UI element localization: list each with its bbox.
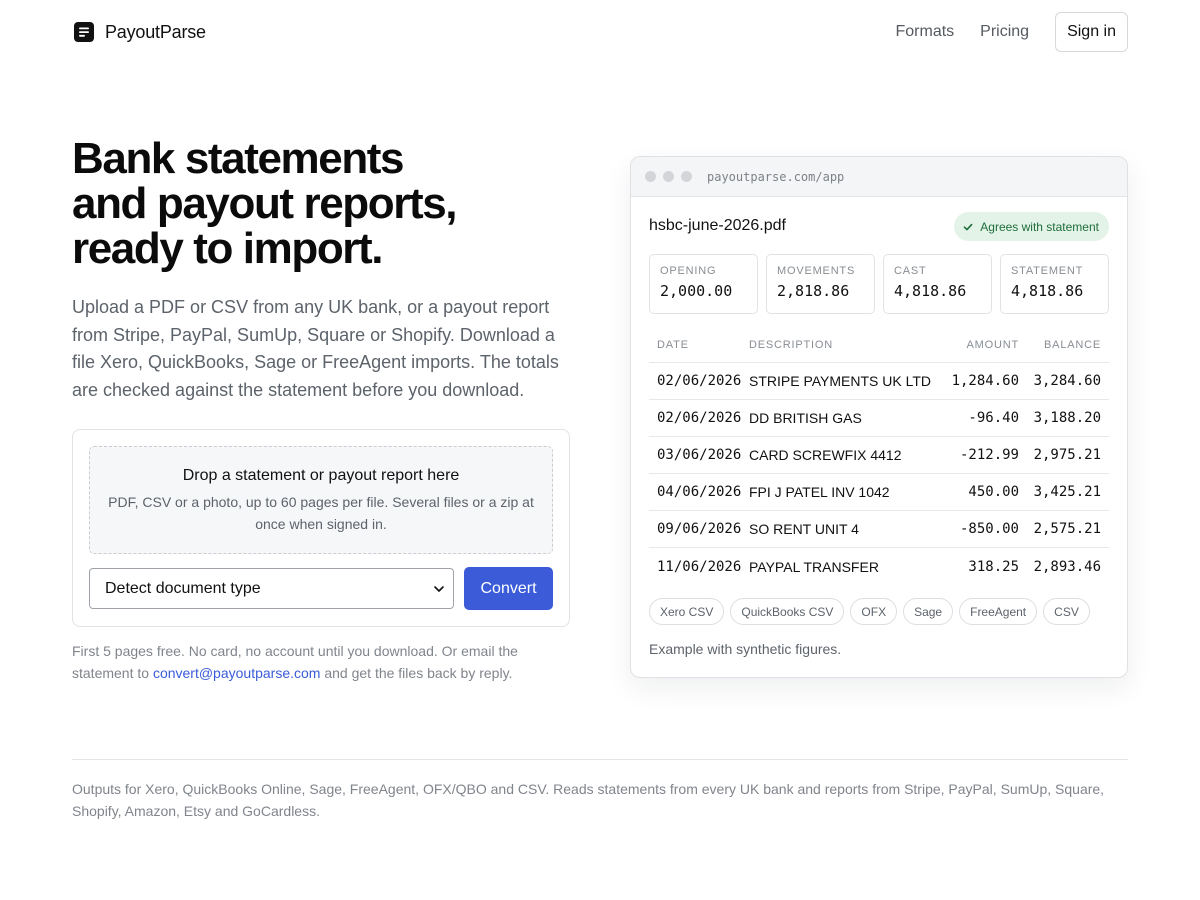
- cell-balance: 3,425.21: [1033, 484, 1101, 500]
- document-lines-icon: [74, 22, 94, 42]
- cell-amount: 1,284.60: [951, 373, 1019, 389]
- stat-label: STATEMENT: [1011, 265, 1084, 277]
- cell-description: FPI J PATEL INV 1042: [749, 484, 890, 500]
- nav-link-formats[interactable]: Formats: [896, 23, 955, 41]
- sign-in-button[interactable]: Sign in: [1055, 12, 1128, 52]
- stat-label: CAST: [894, 265, 927, 277]
- totals-summary: OPENING 2,000.00 MOVEMENTS 2,818.86 CAST…: [649, 254, 1109, 314]
- status-badge: Agrees with statement: [954, 212, 1109, 241]
- cell-date: 02/06/2026: [657, 373, 742, 389]
- fineprint: First 5 pages free. No card, no account …: [72, 640, 562, 684]
- stat-cast: CAST 4,818.86: [883, 254, 992, 314]
- document-type-select-value: Detect document type: [105, 579, 261, 597]
- cell-date: 03/06/2026: [657, 447, 742, 463]
- check-icon: [963, 223, 973, 230]
- export-formats: Xero CSV QuickBooks CSV OFX Sage FreeAge…: [649, 598, 1096, 625]
- column-header-amount: AMOUNT: [966, 339, 1019, 351]
- dropzone-title: Drop a statement or payout report here: [182, 467, 460, 484]
- cell-description: PAYPAL TRANSFER: [749, 558, 879, 575]
- window-dot: [681, 171, 692, 182]
- format-chip-csv[interactable]: CSV: [1043, 598, 1090, 625]
- cell-description: DD BRITISH GAS: [749, 410, 862, 426]
- fineprint-text-end: and get the files back by reply.: [320, 665, 513, 681]
- chevron-down-icon: [434, 586, 444, 592]
- format-chip-freeagent[interactable]: FreeAgent: [959, 598, 1038, 625]
- stat-value: 2,000.00: [660, 282, 733, 300]
- cell-description: STRIPE PAYMENTS UK LTD: [749, 373, 932, 389]
- window-dot: [645, 171, 656, 182]
- file-dropzone[interactable]: Drop a statement or payout report here P…: [89, 446, 553, 554]
- stat-value: 2,818.86: [777, 282, 850, 300]
- cell-balance: 2,575.21: [1033, 521, 1101, 537]
- hero-description: Upload a PDF or CSV from any UK bank, or…: [72, 297, 559, 400]
- hero-title-line: Bank statements: [72, 134, 405, 183]
- stat-opening: OPENING 2,000.00: [649, 254, 758, 314]
- footer-divider: [72, 759, 1128, 760]
- nav-link-pricing[interactable]: Pricing: [980, 23, 1029, 41]
- hero-title: Bank statements and payout reports, read…: [72, 136, 552, 271]
- convert-button[interactable]: Convert: [464, 567, 553, 610]
- cell-description: CARD SCREWFIX 4412: [749, 447, 902, 463]
- stat-movements: MOVEMENTS 2,818.86: [766, 254, 875, 314]
- cell-amount: -212.99: [959, 447, 1019, 463]
- table-row: 04/06/2026 FPI J PATEL INV 1042 450.00 3…: [649, 474, 1109, 511]
- stat-value: 4,818.86: [894, 282, 967, 300]
- column-header-balance: BALANCE: [1044, 339, 1101, 351]
- transactions-table: DATE DESCRIPTION AMOUNT BALANCE 02/06/20…: [649, 328, 1109, 585]
- top-nav: Formats Pricing Sign in: [896, 12, 1128, 52]
- stat-statement: STATEMENT 4,818.86: [1000, 254, 1109, 314]
- document-type-select[interactable]: Detect document type: [89, 568, 454, 609]
- app-preview-window: payoutparse.com/app hsbc-june-2026.pdf A…: [630, 156, 1128, 678]
- upload-card: Drop a statement or payout report here P…: [72, 429, 570, 627]
- preview-note: Example with synthetic figures.: [649, 641, 842, 657]
- format-chip-xero-csv[interactable]: Xero CSV: [649, 598, 725, 625]
- format-chip-quickbooks-csv[interactable]: QuickBooks CSV: [730, 598, 845, 625]
- cell-balance: 2,975.21: [1033, 447, 1101, 463]
- stat-label: OPENING: [660, 265, 717, 277]
- browser-bar: payoutparse.com/app: [631, 157, 1127, 197]
- preview-filename: hsbc-june-2026.pdf: [649, 217, 786, 234]
- column-header-date: DATE: [657, 339, 689, 351]
- table-header: DATE DESCRIPTION AMOUNT BALANCE: [649, 328, 1109, 363]
- stat-label: MOVEMENTS: [777, 265, 856, 277]
- dropzone-subtitle: PDF, CSV or a photo, up to 60 pages per …: [108, 494, 534, 532]
- hero-title-line: and payout reports,: [72, 179, 458, 228]
- table-row: 02/06/2026 STRIPE PAYMENTS UK LTD 1,284.…: [649, 363, 1109, 400]
- cell-amount: -850.00: [959, 521, 1019, 537]
- cell-amount: 318.25: [968, 558, 1019, 575]
- format-chip-ofx[interactable]: OFX: [850, 598, 898, 625]
- cell-date: 02/06/2026: [657, 410, 742, 426]
- brand-name: PayoutParse: [105, 21, 206, 42]
- cell-date: 04/06/2026: [657, 484, 742, 500]
- table-row: 03/06/2026 CARD SCREWFIX 4412 -212.99 2,…: [649, 437, 1109, 474]
- brand-logo[interactable]: PayoutParse: [72, 18, 206, 46]
- status-badge-label: Agrees with statement: [980, 219, 1099, 234]
- cell-amount: 450.00: [968, 484, 1019, 500]
- format-chip-sage[interactable]: Sage: [903, 598, 954, 625]
- cell-amount: -96.40: [968, 410, 1019, 426]
- cell-balance: 2,893.46: [1033, 558, 1101, 575]
- browser-url: payoutparse.com/app: [707, 169, 845, 184]
- hero-title-line: ready to import.: [72, 224, 383, 273]
- table-row: 09/06/2026 SO RENT UNIT 4 -850.00 2,575.…: [649, 511, 1109, 548]
- stat-value: 4,818.86: [1011, 282, 1084, 300]
- column-header-description: DESCRIPTION: [749, 339, 833, 351]
- footer-text: Outputs for Xero, QuickBooks Online, Sag…: [72, 781, 1105, 819]
- cell-date: 11/06/2026: [657, 558, 742, 575]
- window-dot: [663, 171, 674, 182]
- cell-balance: 3,284.60: [1033, 373, 1101, 389]
- cell-description: SO RENT UNIT 4: [749, 521, 859, 537]
- email-link[interactable]: convert@payoutparse.com: [153, 665, 321, 681]
- cell-balance: 3,188.20: [1033, 410, 1101, 426]
- table-row: 11/06/2026 PAYPAL TRANSFER 318.25 2,893.…: [649, 548, 1109, 585]
- table-row: 02/06/2026 DD BRITISH GAS -96.40 3,188.2…: [649, 400, 1109, 437]
- cell-date: 09/06/2026: [657, 521, 742, 537]
